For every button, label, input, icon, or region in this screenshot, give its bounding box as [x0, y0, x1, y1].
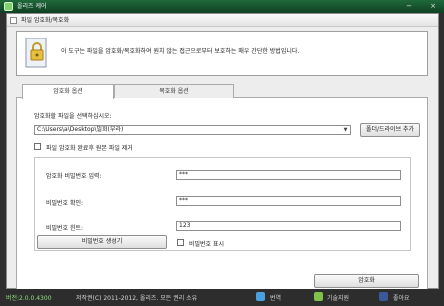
version-text: 버전:2.0.0.4300: [6, 295, 52, 302]
dialog-titlebar: 파일 암호화/복호화: [7, 14, 438, 27]
close-button[interactable]: ×: [428, 2, 438, 11]
delete-original-label: 파일 암호화 완료후 원본 파일 제거: [46, 145, 133, 152]
add-folder-drive-button[interactable]: 폴더/드라이브 추가: [360, 123, 420, 137]
file-path-combo[interactable]: C:\Users\a\Desktop\밀회(부라) ▼: [34, 125, 351, 135]
show-password-checkbox[interactable]: [177, 239, 184, 246]
app-titlebar: 올리즈 케어 − ×: [0, 0, 444, 13]
info-panel: 이 도구는 파일을 암호화/복호화하여 원치 않는 접근으로부터 보호하는 매우…: [16, 31, 428, 76]
info-text: 이 도구는 파일을 암호화/복호화하여 원치 않는 접근으로부터 보호하는 매우…: [61, 48, 300, 55]
encrypt-tab-panel: 암호화할 파일을 선택하십시오: C:\Users\a\Desktop\밀회(부…: [16, 98, 428, 294]
app-window: 올리즈 케어 − × 파일 암호화/복호화 이 도구는 파일을 암호화/복호화하…: [0, 0, 444, 306]
support-link[interactable]: 기술지원: [327, 293, 349, 302]
minimize-button[interactable]: −: [404, 2, 414, 11]
lock-icon: [25, 38, 47, 68]
app-title: 올리즈 케어: [17, 3, 47, 10]
delete-original-checkbox[interactable]: [34, 143, 41, 150]
facebook-icon[interactable]: [379, 292, 388, 301]
tab-decrypt-options[interactable]: 복호화 옵션: [114, 84, 234, 99]
support-icon[interactable]: [314, 292, 323, 301]
status-bar: 버전:2.0.0.4300 저작권(C) 2011-2012, 올리즈. 모든 …: [0, 289, 444, 306]
app-logo-icon: [4, 2, 13, 11]
show-password-label: 비밀번호 표시: [189, 241, 225, 248]
dialog-icon: [10, 17, 17, 24]
password-input[interactable]: ***: [176, 170, 401, 180]
copyright-text: 저작권(C) 2011-2012, 올리즈. 모든 권리 소유: [76, 295, 198, 302]
tab-strip: 암호화 옵션 복호화 옵션: [16, 84, 428, 99]
encrypt-button[interactable]: 암호화: [314, 274, 419, 288]
confirm-password-label: 비밀번호 확인:: [46, 200, 84, 207]
password-generator-button[interactable]: 비밀번호 생성기: [37, 235, 167, 249]
translate-link[interactable]: 번역: [270, 293, 281, 302]
select-file-label: 암호화할 파일을 선택하십시오:: [34, 113, 112, 120]
dialog-title: 파일 암호화/복호화: [21, 17, 70, 24]
file-path-value: C:\Users\a\Desktop\밀회(부라): [37, 126, 124, 133]
encrypt-decrypt-dialog: 파일 암호화/복호화 이 도구는 파일을 암호화/복호화하여 원치 않는 접근으…: [6, 13, 439, 294]
translate-icon[interactable]: [256, 292, 265, 301]
password-hint-label: 비밀번호 힌트:: [46, 225, 84, 232]
password-label: 암호화 비밀번호 입력:: [46, 173, 102, 180]
like-link[interactable]: 좋아요: [393, 293, 410, 302]
chevron-down-icon[interactable]: ▼: [342, 127, 349, 133]
tab-encrypt-options[interactable]: 암호화 옵션: [22, 84, 114, 99]
password-hint-input[interactable]: 123: [176, 221, 401, 231]
password-section: 암호화 비밀번호 입력: *** 비밀번호 확인: *** 비밀번호 힌트: 1…: [34, 157, 411, 251]
confirm-password-input[interactable]: ***: [176, 196, 401, 206]
